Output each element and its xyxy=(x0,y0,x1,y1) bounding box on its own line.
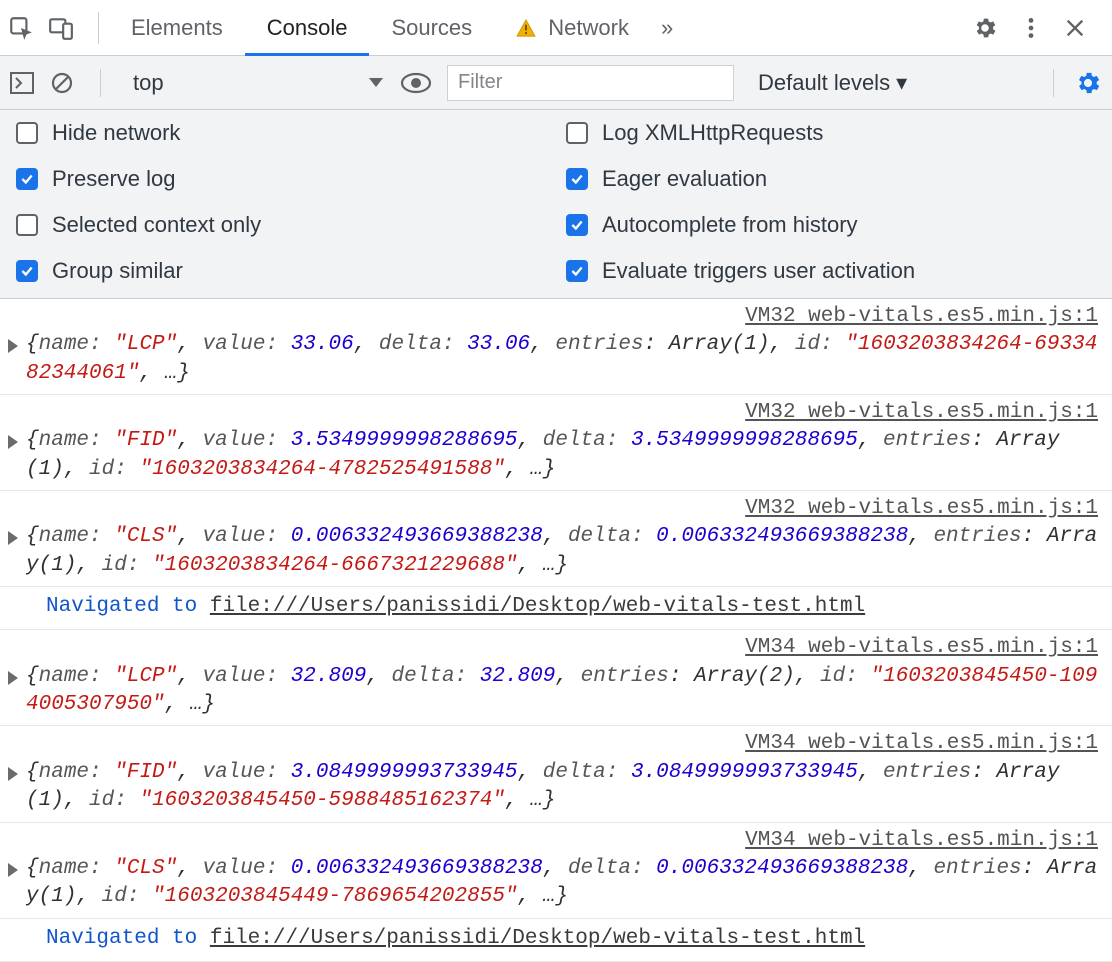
navigation-url[interactable]: file:///Users/panissidi/Desktop/web-vita… xyxy=(210,595,865,618)
object-preview[interactable]: {name: "FID", value: 3.5349999998288695,… xyxy=(26,427,1102,484)
console-settings-panel: Hide network Log XMLHttpRequests Preserv… xyxy=(0,110,1112,299)
console-message: VM34 web-vitals.es5.min.js:1 {name: "FID… xyxy=(0,726,1112,822)
expand-toggle-icon[interactable] xyxy=(8,527,20,555)
context-select[interactable]: top xyxy=(121,65,391,101)
close-icon[interactable] xyxy=(1064,17,1104,39)
tab-network[interactable]: Network xyxy=(494,0,651,56)
object-preview[interactable]: {name: "LCP", value: 33.06, delta: 33.06… xyxy=(26,331,1102,388)
console-message: VM34 web-vitals.es5.min.js:1 {name: "CLS… xyxy=(0,823,1112,919)
console-settings-icon[interactable] xyxy=(1074,69,1102,97)
chk-hide-network[interactable]: Hide network xyxy=(16,120,546,146)
log-levels-label: Default levels ▾ xyxy=(758,70,907,96)
checkbox-icon xyxy=(566,168,588,190)
warning-icon xyxy=(516,17,542,42)
device-toolbar-icon[interactable] xyxy=(48,15,88,41)
expand-toggle-icon[interactable] xyxy=(8,431,20,459)
checkbox-icon xyxy=(566,214,588,236)
tab-elements[interactable]: Elements xyxy=(109,0,245,56)
console-message: VM34 web-vitals.es5.min.js:1 {name: "LCP… xyxy=(0,630,1112,726)
checkbox-icon xyxy=(16,122,38,144)
label: Hide network xyxy=(52,120,180,146)
object-preview[interactable]: {name: "LCP", value: 32.809, delta: 32.8… xyxy=(26,663,1102,720)
message-source-link[interactable]: VM34 web-vitals.es5.min.js:1 xyxy=(8,730,1102,758)
separator xyxy=(1053,69,1054,97)
navigation-label: Navigated to xyxy=(46,595,197,618)
label: Eager evaluation xyxy=(602,166,767,192)
message-source-link[interactable]: VM32 web-vitals.es5.min.js:1 xyxy=(8,303,1102,331)
chk-selected-context[interactable]: Selected context only xyxy=(16,212,546,238)
devtools-tabbar: Elements Console Sources Network » xyxy=(0,0,1112,56)
navigation-message: Navigated to file:///Users/panissidi/Des… xyxy=(0,919,1112,962)
object-preview[interactable]: {name: "CLS", value: 0.00633249366938823… xyxy=(26,855,1102,912)
tabs-overflow[interactable]: » xyxy=(651,0,683,56)
message-source-link[interactable]: VM34 web-vitals.es5.min.js:1 xyxy=(8,827,1102,855)
navigation-url[interactable]: file:///Users/panissidi/Desktop/web-vita… xyxy=(210,927,865,950)
inspect-icon[interactable] xyxy=(8,15,48,41)
navigation-message: Navigated to file:///Users/panissidi/Des… xyxy=(0,587,1112,630)
label: Evaluate triggers user activation xyxy=(602,258,915,284)
checkbox-icon xyxy=(16,168,38,190)
kebab-menu-icon[interactable] xyxy=(1018,15,1058,41)
chk-eager-eval[interactable]: Eager evaluation xyxy=(566,166,1096,192)
console-log: VM32 web-vitals.es5.min.js:1 {name: "LCP… xyxy=(0,299,1112,962)
live-expression-icon[interactable] xyxy=(401,72,437,94)
expand-toggle-icon[interactable] xyxy=(8,763,20,791)
object-preview[interactable]: {name: "CLS", value: 0.00633249366938823… xyxy=(26,523,1102,580)
chk-group-similar[interactable]: Group similar xyxy=(16,258,546,284)
console-message: VM32 web-vitals.es5.min.js:1 {name: "CLS… xyxy=(0,491,1112,587)
label: Selected context only xyxy=(52,212,261,238)
object-preview[interactable]: {name: "FID", value: 3.0849999993733945,… xyxy=(26,759,1102,816)
context-value: top xyxy=(133,70,164,96)
chk-eval-triggers[interactable]: Evaluate triggers user activation xyxy=(566,258,1096,284)
console-message: VM32 web-vitals.es5.min.js:1 {name: "FID… xyxy=(0,395,1112,491)
expand-toggle-icon[interactable] xyxy=(8,859,20,887)
navigation-label: Navigated to xyxy=(46,927,197,950)
chk-preserve-log[interactable]: Preserve log xyxy=(16,166,546,192)
log-levels-select[interactable]: Default levels ▾ xyxy=(744,70,907,96)
label: Group similar xyxy=(52,258,183,284)
tab-network-label: Network xyxy=(548,15,629,40)
filter-input[interactable] xyxy=(447,65,734,101)
message-source-link[interactable]: VM32 web-vitals.es5.min.js:1 xyxy=(8,495,1102,523)
separator xyxy=(100,69,101,97)
tab-sources[interactable]: Sources xyxy=(369,0,494,56)
message-source-link[interactable]: VM34 web-vitals.es5.min.js:1 xyxy=(8,634,1102,662)
checkbox-icon xyxy=(16,260,38,282)
chk-log-xhr[interactable]: Log XMLHttpRequests xyxy=(566,120,1096,146)
label: Preserve log xyxy=(52,166,176,192)
label: Log XMLHttpRequests xyxy=(602,120,823,146)
chk-autocomplete[interactable]: Autocomplete from history xyxy=(566,212,1096,238)
checkbox-icon xyxy=(566,122,588,144)
chevron-down-icon xyxy=(369,78,383,87)
label: Autocomplete from history xyxy=(602,212,858,238)
checkbox-icon xyxy=(16,214,38,236)
settings-gear-icon[interactable] xyxy=(972,15,1012,41)
expand-toggle-icon[interactable] xyxy=(8,335,20,363)
tab-console[interactable]: Console xyxy=(245,0,370,56)
console-filterbar: top Default levels ▾ xyxy=(0,56,1112,110)
toggle-sidebar-icon[interactable] xyxy=(10,72,40,94)
checkbox-icon xyxy=(566,260,588,282)
separator xyxy=(98,12,99,44)
expand-toggle-icon[interactable] xyxy=(8,667,20,695)
clear-console-icon[interactable] xyxy=(50,71,80,95)
message-source-link[interactable]: VM32 web-vitals.es5.min.js:1 xyxy=(8,399,1102,427)
console-message: VM32 web-vitals.es5.min.js:1 {name: "LCP… xyxy=(0,299,1112,395)
